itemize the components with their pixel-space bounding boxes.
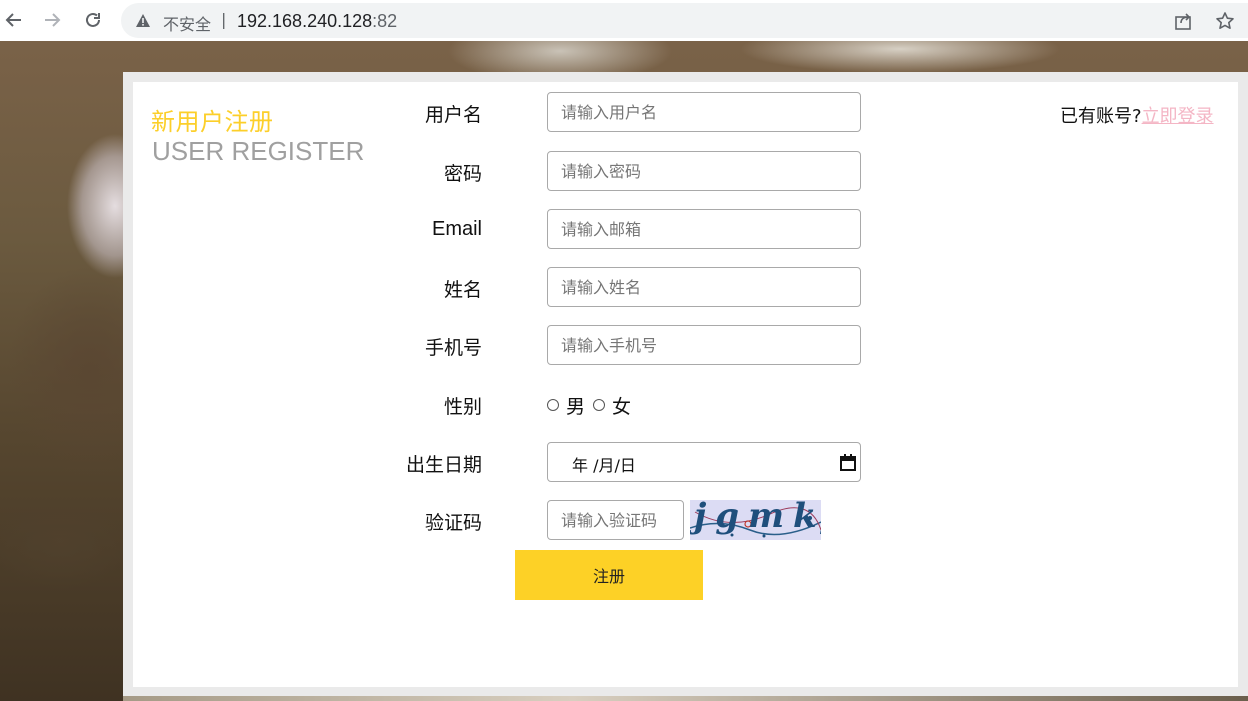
page-title-cn: 新用户注册 bbox=[151, 108, 274, 136]
url-host: 192.168.240.128 bbox=[237, 11, 373, 31]
address-bar[interactable]: 不安全 | 192.168.240.128:82 bbox=[121, 3, 1248, 38]
birthday-date-input[interactable]: 年 /月/日 bbox=[547, 442, 861, 482]
username-label: 用户名 bbox=[424, 104, 482, 126]
browser-toolbar: 不安全 | 192.168.240.128:82 bbox=[0, 0, 1248, 41]
birthday-date-placeholder: 年 /月/日 bbox=[572, 456, 636, 475]
gender-male-radio[interactable] bbox=[547, 399, 559, 411]
login-hint-text: 已有账号? bbox=[1060, 106, 1142, 127]
username-input[interactable] bbox=[547, 92, 861, 132]
captcha-text: jgmkj bbox=[694, 500, 821, 536]
birthday-label: 出生日期 bbox=[405, 454, 482, 476]
url-text[interactable]: 192.168.240.128:82 bbox=[237, 11, 397, 32]
reload-icon[interactable] bbox=[79, 6, 107, 34]
back-arrow-icon[interactable] bbox=[0, 6, 28, 34]
password-input[interactable] bbox=[547, 151, 861, 191]
name-label: 姓名 bbox=[443, 279, 482, 301]
warning-icon[interactable] bbox=[135, 13, 151, 32]
page-title-en: USER REGISTER bbox=[152, 136, 365, 166]
captcha-image[interactable]: jgmkj bbox=[690, 500, 821, 540]
phone-input[interactable] bbox=[547, 325, 861, 365]
login-hint: 已有账号?立即登录 bbox=[1060, 102, 1214, 128]
star-icon[interactable] bbox=[1215, 11, 1235, 35]
url-port: :82 bbox=[372, 11, 398, 31]
security-status-label[interactable]: 不安全 bbox=[163, 11, 211, 35]
gender-female-label[interactable]: 女 bbox=[612, 392, 631, 419]
name-input[interactable] bbox=[547, 267, 861, 307]
gender-label: 性别 bbox=[443, 396, 482, 418]
address-separator: | bbox=[221, 10, 227, 29]
captcha-label: 验证码 bbox=[424, 512, 482, 534]
password-label: 密码 bbox=[443, 163, 482, 185]
gender-male-label[interactable]: 男 bbox=[566, 392, 585, 419]
email-input[interactable] bbox=[547, 209, 861, 249]
email-label: Email bbox=[431, 218, 482, 240]
gender-radio-group: 男 女 bbox=[547, 392, 639, 418]
calendar-icon[interactable] bbox=[840, 454, 856, 475]
forward-arrow-icon[interactable] bbox=[38, 6, 66, 34]
phone-label: 手机号 bbox=[424, 337, 482, 359]
login-link[interactable]: 立即登录 bbox=[1142, 106, 1214, 127]
gender-female-radio[interactable] bbox=[593, 399, 606, 411]
captcha-input[interactable] bbox=[547, 500, 684, 540]
share-icon[interactable] bbox=[1173, 11, 1193, 35]
register-submit-button[interactable]: 注册 bbox=[515, 550, 703, 600]
